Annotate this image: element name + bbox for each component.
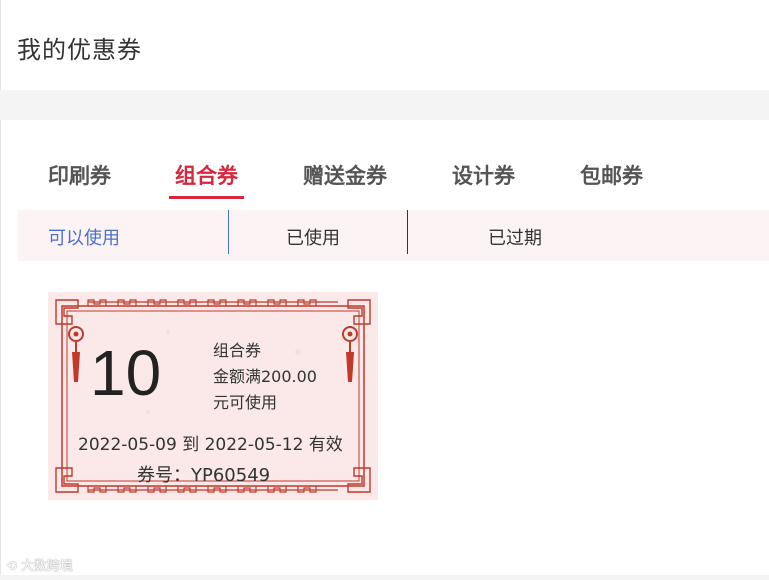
- tab-combo-coupon[interactable]: 组合券: [169, 160, 244, 199]
- watermark-text: 大数跨境: [20, 559, 73, 574]
- coupon-amount: 10: [90, 337, 162, 409]
- tab-design-coupon[interactable]: 设计券: [452, 160, 515, 198]
- coupon-validity: 2022-05-09 到 2022-05-12 有效: [78, 435, 343, 455]
- coupon-condition-suffix: 元可使用: [213, 393, 278, 412]
- coupon-card[interactable]: 10 组合券 金额满200.00 元可使用 2022-05-09 到 2022-…: [48, 292, 378, 500]
- subtab-used[interactable]: 已使用: [286, 224, 340, 250]
- tab-print-coupon[interactable]: 印刷券: [48, 160, 111, 198]
- page-title: 我的优惠券: [17, 36, 142, 64]
- chinese-knot-right: [342, 326, 358, 382]
- tab-free-shipping-coupon[interactable]: 包邮券: [580, 160, 643, 198]
- subtab-available[interactable]: 可以使用: [48, 224, 120, 250]
- subtab-divider: [407, 210, 408, 254]
- coupon-code: 券号：YP60549: [137, 465, 271, 486]
- coupon-type-tabs: 印刷券 组合券 赠送金券 设计券 包邮券: [1, 160, 769, 200]
- coupon-type: 组合券: [213, 341, 262, 360]
- page-header: 我的优惠券: [0, 0, 769, 90]
- coupon-status-tabs: 可以使用 已使用 已过期: [18, 210, 769, 261]
- tab-gift-credit-coupon[interactable]: 赠送金券: [303, 160, 387, 198]
- subtab-divider: [228, 210, 229, 254]
- coupon-condition: 金额满200.00: [213, 367, 317, 386]
- chinese-knot-left: [68, 326, 84, 382]
- subtab-expired[interactable]: 已过期: [488, 224, 542, 250]
- watermark-logo-icon: ⟲: [6, 559, 17, 574]
- watermark: ⟲ 大数跨境: [6, 555, 73, 574]
- coupon-panel: 印刷券 组合券 赠送金券 设计券 包邮券 可以使用 已使用 已过期 10 组合券…: [0, 120, 769, 575]
- coupon-info: 组合券 金额满200.00 元可使用: [213, 338, 317, 416]
